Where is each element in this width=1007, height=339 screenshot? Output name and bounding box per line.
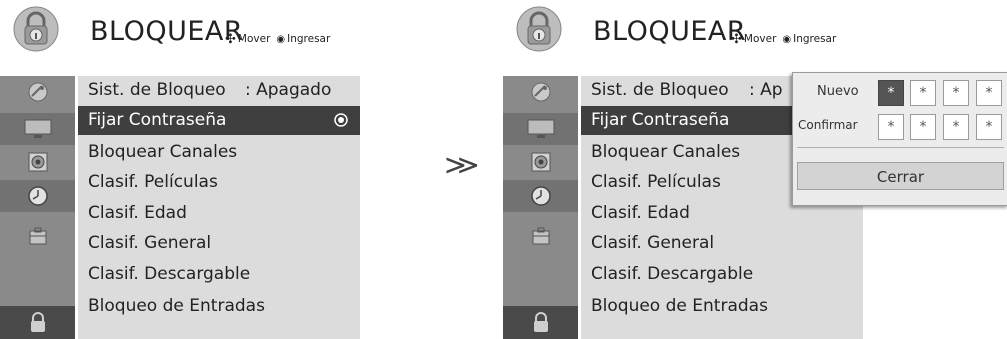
menu-item-label: Bloqueo de Entradas [591,296,768,316]
menu-item-value: : Apagado [245,80,332,100]
clock-icon [530,186,551,206]
menu-item-downloadable-rating[interactable]: Clasif. Descargable [78,260,360,289]
lock-icon [13,6,59,52]
menu-item-label: Bloquear Canales [591,142,741,162]
ok-icon: ◉ [276,34,286,45]
password-dialog: Nuevo * * * * Confirmar * * * * Cerrar [792,72,1007,206]
hint-move: Mover [237,33,271,45]
menu-item-lock-system[interactable]: Sist. de Bloqueo : Apagado [78,76,360,105]
menu-item-input-block[interactable]: Bloqueo de Entradas [78,292,360,321]
menu-item-input-block[interactable]: Bloqueo de Entradas [581,292,863,321]
menu-item-label: Clasif. Descargable [591,264,754,284]
menu-item-label: Clasif. Descargable [88,264,251,284]
lock-menu-list: Sist. de Bloqueo : Apagado Fijar Contras… [78,76,360,339]
menu-item-label: Sist. de Bloqueo [591,80,729,100]
category-sidebar [503,76,578,339]
sidebar-item-time[interactable] [0,180,75,212]
confirm-digit-2[interactable]: * [910,114,936,140]
menu-panel-after: BLOQUEAR ✣ Mover ◉ Ingresar Sist. de Blo… [503,0,1007,339]
menu-item-block-channels[interactable]: Bloquear Canales [78,138,360,167]
menu-item-label: Clasif. Edad [88,203,187,223]
hint-enter: Ingresar [793,33,837,45]
sidebar-item-channel[interactable] [0,76,75,108]
confirm-password-label: Confirmar [798,118,858,132]
dialog-divider [797,147,1004,148]
sidebar-item-audio[interactable] [503,146,578,178]
menu-item-general-rating[interactable]: Clasif. General [581,229,863,258]
sidebar-item-option[interactable] [0,220,75,252]
confirm-digit-4[interactable]: * [976,114,1002,140]
sidebar-item-picture[interactable] [503,113,578,145]
confirm-digit-3[interactable]: * [943,114,969,140]
sidebar-item-option[interactable] [503,220,578,252]
briefcase-icon [29,227,46,245]
menu-item-label: Sist. de Bloqueo [88,80,226,100]
new-password-row: Nuevo * * * * [793,77,1007,107]
menu-item-label: Clasif. Edad [591,203,690,223]
sidebar-item-picture[interactable] [0,113,75,145]
satellite-icon [531,82,550,102]
move-arrows-icon: ✣ [731,32,742,47]
sidebar-item-time[interactable] [503,180,578,212]
menu-item-movie-rating[interactable]: Clasif. Películas [78,168,360,197]
sidebar-item-channel[interactable] [503,76,578,108]
nav-hints: ✣ Mover ◉ Ingresar [731,32,836,47]
step-arrow-icon: ≫ [444,149,480,181]
new-digit-1[interactable]: * [878,80,904,106]
menu-item-label: Fijar Contraseña [88,110,227,130]
sidebar-item-lock[interactable] [503,306,578,339]
sidebar-item-lock[interactable] [0,306,75,339]
menu-item-downloadable-rating[interactable]: Clasif. Descargable [581,260,863,289]
lock-icon [516,6,562,52]
menu-item-age-rating[interactable]: Clasif. Edad [78,199,360,228]
tv-icon [527,119,554,138]
confirm-digit-1[interactable]: * [878,114,904,140]
ok-radio-icon [334,113,348,127]
menu-item-label: Fijar Contraseña [591,110,730,130]
menu-item-label: Bloqueo de Entradas [88,296,265,316]
move-arrows-icon: ✣ [225,32,236,47]
ok-icon: ◉ [782,34,792,45]
menu-item-label: Clasif. Películas [88,172,218,192]
lock-icon [533,311,548,332]
hint-move: Mover [743,33,777,45]
hint-enter: Ingresar [287,33,331,45]
menu-item-label: Clasif. General [88,233,212,253]
new-digit-4[interactable]: * [976,80,1002,106]
menu-item-general-rating[interactable]: Clasif. General [78,229,360,258]
new-digit-3[interactable]: * [943,80,969,106]
menu-item-set-password[interactable]: Fijar Contraseña [78,106,360,135]
menu-item-value: : Ap [749,80,783,100]
menu-title: BLOQUEAR [90,16,244,47]
menu-item-label: Clasif. Películas [591,172,721,192]
satellite-icon [28,82,47,102]
menu-item-label: Bloquear Canales [88,142,238,162]
briefcase-icon [532,227,549,245]
clock-icon [27,186,48,206]
confirm-password-row: Confirmar * * * * [793,111,1007,141]
speaker-icon [531,152,550,172]
speaker-icon [28,152,47,172]
new-digit-2[interactable]: * [910,80,936,106]
new-password-label: Nuevo [817,84,859,99]
menu-panel-before: BLOQUEAR ✣ Mover ◉ Ingresar Sist. de Blo… [0,0,360,339]
lock-icon [30,311,45,332]
menu-title: BLOQUEAR [593,16,747,47]
nav-hints: ✣ Mover ◉ Ingresar [225,32,330,47]
menu-item-label: Clasif. General [591,233,715,253]
close-button[interactable]: Cerrar [797,162,1004,190]
tv-icon [24,119,51,138]
category-sidebar [0,76,75,339]
sidebar-item-audio[interactable] [0,146,75,178]
